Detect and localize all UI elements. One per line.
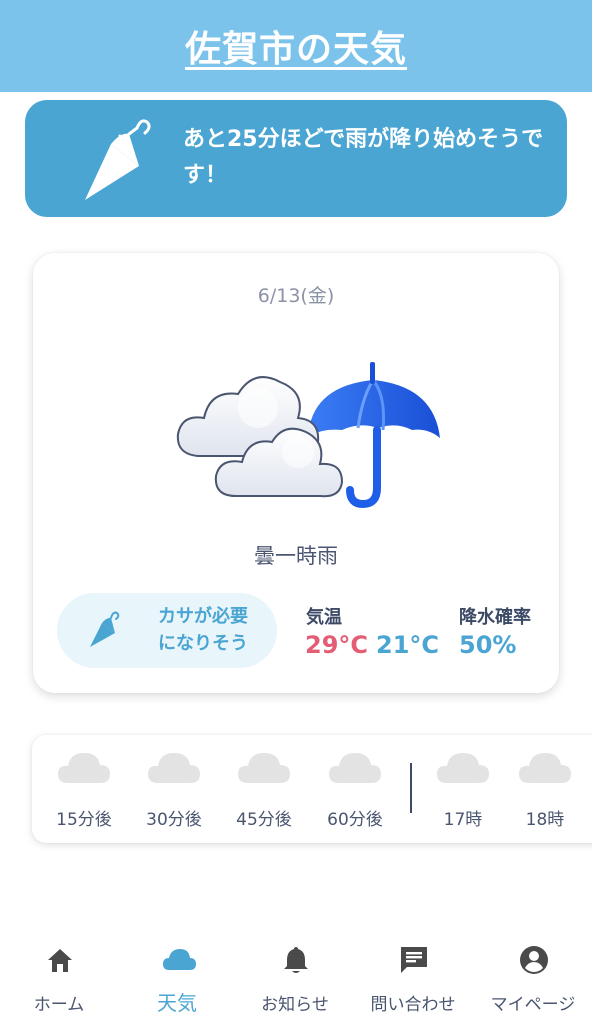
forecast-item[interactable]: 60分後 — [315, 735, 395, 843]
forecast-time-label: 15分後 — [56, 810, 112, 830]
forecast-time-label: 45分後 — [236, 810, 292, 830]
high-temperature: 29°C — [305, 631, 369, 659]
cloud-icon — [329, 753, 381, 783]
forecast-time-label: 60分後 — [327, 810, 383, 830]
account-icon — [520, 946, 548, 974]
closed-umbrella-icon — [85, 119, 151, 200]
rain-alert-banner[interactable]: あと25分ほどで雨が降り始めそうです！ — [25, 100, 567, 217]
low-temperature: 21°C — [376, 631, 440, 659]
temperature-label: 気温 — [306, 607, 342, 628]
cloud-icon — [58, 753, 110, 783]
cloud-icon — [437, 753, 489, 783]
cloud-icon — [519, 753, 571, 783]
closed-umbrella-icon — [90, 611, 120, 647]
weather-condition: 曇一時雨 — [254, 544, 338, 568]
nav-label-contact: 問い合わせ — [370, 995, 456, 1015]
nav-item-weather[interactable]: 天気 — [118, 930, 236, 1024]
app-header: 佐賀市の天気 — [0, 0, 592, 92]
cloud-icon — [238, 753, 290, 783]
forecast-item[interactable]: 30分後 — [134, 735, 214, 843]
hourly-forecast-strip[interactable]: 15分後 30分後 45分後 60分後 17時 18時 — [32, 735, 592, 843]
rain-chance-value: 50% — [459, 631, 517, 659]
page-title[interactable]: 佐賀市の天気 — [185, 20, 407, 72]
bottom-nav: ホーム 天気 お知らせ 問い合わせ マイページ — [0, 930, 592, 1024]
today-weather-card: 6/13(金) 曇一時雨 カサが必要 になりそう 気温 29°C 21°C 降水… — [33, 253, 559, 693]
umbrella-needed-badge: カサが必要 になりそう — [57, 593, 277, 668]
forecast-divider — [410, 763, 412, 813]
forecast-time-label: 18時 — [525, 810, 565, 830]
nav-item-contact[interactable]: 問い合わせ — [354, 930, 472, 1024]
rain-alert-message: あと25分ほどで雨が降り始めそうです！ — [183, 127, 544, 188]
nav-item-home[interactable]: ホーム — [0, 930, 118, 1024]
cloud-rain-umbrella-icon — [176, 362, 440, 509]
forecast-time-label: 30分後 — [146, 810, 202, 830]
nav-label-mypage: マイページ — [490, 995, 576, 1015]
rain-chance-label: 降水確率 — [459, 607, 531, 628]
forecast-item[interactable]: 17時 — [423, 735, 503, 843]
forecast-date: 6/13(金) — [257, 285, 335, 307]
umbrella-badge-line1: カサが必要 — [158, 606, 248, 627]
forecast-time-label: 17時 — [443, 810, 483, 830]
cloud-icon — [148, 753, 200, 783]
home-icon — [48, 949, 72, 972]
forecast-item[interactable]: 15分後 — [44, 735, 124, 843]
chat-icon — [401, 947, 427, 973]
bell-icon — [284, 947, 308, 973]
nav-item-notifications[interactable]: お知らせ — [236, 930, 354, 1024]
forecast-item[interactable]: 18時 — [505, 735, 585, 843]
umbrella-badge-text: カサが必要 になりそう — [158, 603, 248, 657]
umbrella-badge-line2: になりそう — [158, 633, 248, 654]
nav-item-mypage[interactable]: マイページ — [474, 930, 592, 1024]
forecast-item[interactable]: 45分後 — [224, 735, 304, 843]
cloud-icon — [163, 949, 196, 970]
